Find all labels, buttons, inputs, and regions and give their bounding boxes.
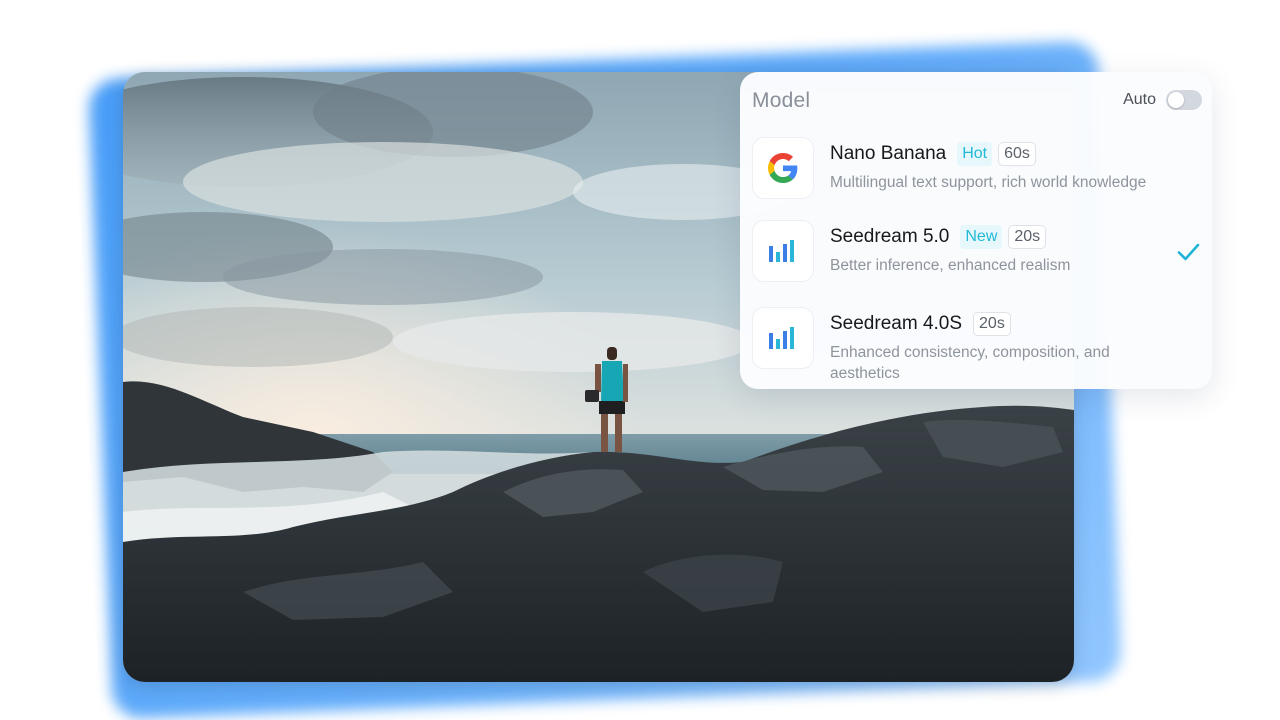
model-option-nano-banana[interactable]: Nano Banana Hot 60s Multilingual text su… xyxy=(740,137,1212,217)
auto-toggle-group[interactable]: Auto xyxy=(1123,90,1202,110)
model-header: Seedream 4.0S 20s xyxy=(830,311,1011,337)
seedream-logo-icon xyxy=(752,220,814,282)
time-badge: 60s xyxy=(998,142,1036,166)
model-option-seedream-5[interactable]: Seedream 5.0 New 20s Better inference, e… xyxy=(740,220,1212,300)
toggle-knob xyxy=(1168,92,1184,108)
model-description: Multilingual text support, rich world kn… xyxy=(830,174,1147,191)
checkmark-icon xyxy=(1177,243,1200,261)
time-badge: 20s xyxy=(1008,225,1047,249)
hot-badge: Hot xyxy=(957,142,993,166)
model-description: Enhanced consistency, composition, and a… xyxy=(830,344,1110,382)
new-badge: New xyxy=(960,225,1003,249)
model-header: Nano Banana Hot 60s xyxy=(830,141,1036,167)
model-header: Seedream 5.0 New 20s xyxy=(830,224,1047,250)
google-logo-icon xyxy=(752,137,814,199)
auto-toggle[interactable] xyxy=(1166,90,1202,110)
model-description: Better inference, enhanced realism xyxy=(830,257,1071,274)
model-option-seedream-4s[interactable]: Seedream 4.0S 20s Enhanced consistency, … xyxy=(740,307,1212,387)
auto-label: Auto xyxy=(1123,91,1156,108)
model-name: Nano Banana xyxy=(830,143,947,164)
seedream-logo-icon xyxy=(752,307,814,369)
stage: Model Auto Nano Banana Hot 60s Multiling… xyxy=(0,0,1280,720)
model-name: Seedream 4.0S xyxy=(830,313,963,334)
panel-title: Model xyxy=(752,89,811,112)
model-name: Seedream 5.0 xyxy=(830,226,950,247)
model-dropdown-panel: Model Auto Nano Banana Hot 60s Multiling… xyxy=(740,72,1212,389)
time-badge: 20s xyxy=(973,312,1011,336)
